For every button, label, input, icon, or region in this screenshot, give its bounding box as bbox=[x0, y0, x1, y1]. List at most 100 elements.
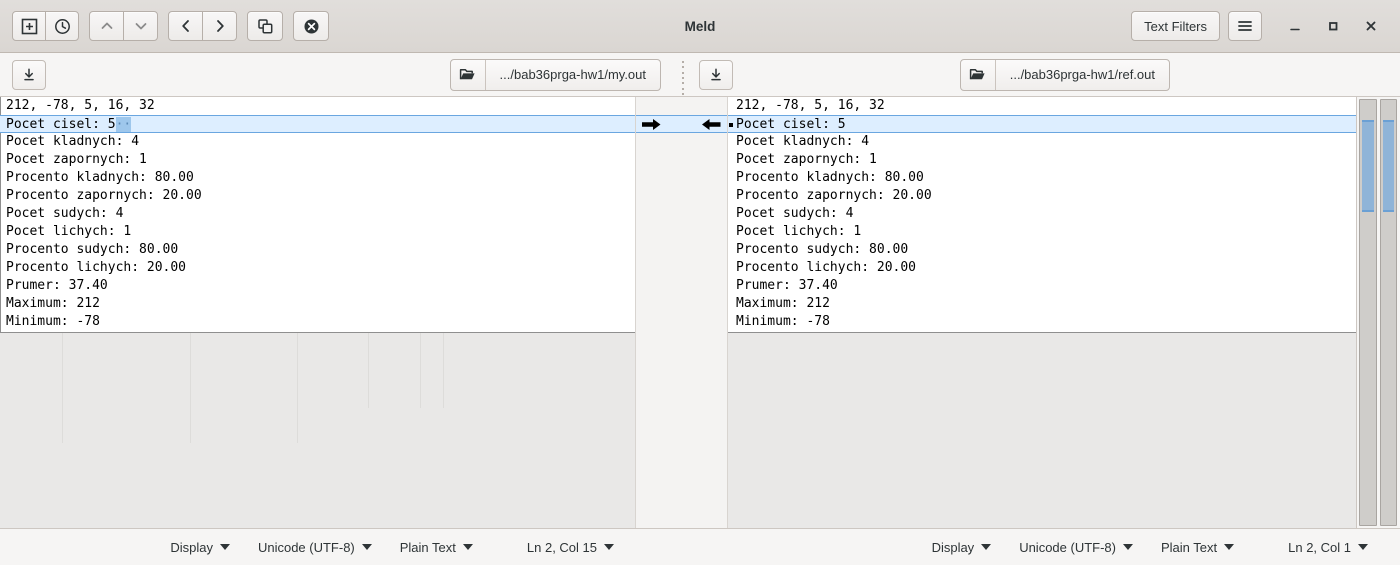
text-line[interactable]: 212, -78, 5, 16, 32 bbox=[0, 97, 635, 115]
go-back-button[interactable] bbox=[168, 11, 203, 41]
scrollbar-rail bbox=[1356, 97, 1400, 528]
text-line[interactable]: Prumer: 37.40 bbox=[728, 277, 1356, 295]
text-line-content: Pocet sudych: 4 bbox=[6, 206, 124, 221]
left-cursor-position[interactable]: Ln 2, Col 15 bbox=[513, 540, 628, 555]
text-line-content: Procento zapornych: 20.00 bbox=[736, 188, 932, 203]
previous-change-button[interactable] bbox=[89, 11, 124, 41]
header-right-controls: Text Filters bbox=[1131, 9, 1388, 43]
right-file-bar: .../bab36prga-hw1/ref.out bbox=[673, 53, 1400, 96]
text-line[interactable]: Minimum: -78 bbox=[728, 313, 1356, 331]
diff-gutter[interactable] bbox=[636, 97, 728, 528]
stop-button[interactable] bbox=[293, 11, 329, 41]
right-save-button[interactable] bbox=[699, 59, 733, 90]
next-change-button[interactable] bbox=[123, 11, 158, 41]
arrow-right-icon[interactable] bbox=[642, 118, 661, 131]
close-button[interactable] bbox=[1354, 9, 1388, 43]
text-line[interactable]: Prumer: 37.40 bbox=[0, 277, 635, 295]
text-line[interactable]: 212, -78, 5, 16, 32 bbox=[728, 97, 1356, 115]
chevron-down-icon bbox=[1224, 544, 1235, 550]
minimize-button[interactable] bbox=[1278, 9, 1312, 43]
text-line[interactable]: Pocet zapornych: 1 bbox=[728, 151, 1356, 169]
left-syntax-menu[interactable]: Plain Text bbox=[386, 540, 487, 555]
diff-map-thumb[interactable] bbox=[1362, 120, 1374, 212]
chevron-down-icon bbox=[135, 23, 146, 30]
pane-divider-handle[interactable] bbox=[681, 60, 685, 95]
text-line-content: Prumer: 37.40 bbox=[736, 278, 838, 293]
eof-separator-line bbox=[297, 333, 298, 443]
go-forward-button[interactable] bbox=[202, 11, 237, 41]
arrow-left-icon[interactable] bbox=[702, 118, 721, 131]
text-line[interactable]: Pocet kladnych: 4 bbox=[0, 133, 635, 151]
text-line[interactable]: Pocet kladnych: 4 bbox=[728, 133, 1356, 151]
vertical-scrollbar[interactable] bbox=[1379, 99, 1397, 526]
maximize-button[interactable] bbox=[1316, 9, 1350, 43]
right-display-menu[interactable]: Display bbox=[918, 540, 1006, 555]
main-menu-button[interactable] bbox=[1228, 11, 1262, 41]
text-line[interactable]: Pocet lichych: 1 bbox=[728, 223, 1356, 241]
text-line-content: Prumer: 37.40 bbox=[6, 278, 108, 293]
right-syntax-menu[interactable]: Plain Text bbox=[1147, 540, 1248, 555]
text-line[interactable]: Procento kladnych: 80.00 bbox=[0, 169, 635, 187]
left-text-pane[interactable]: 212, -78, 5, 16, 32 Pocet cisel: 5·· Pocet… bbox=[0, 97, 636, 528]
text-line[interactable]: Procento kladnych: 80.00 bbox=[728, 169, 1356, 187]
text-filters-button[interactable]: Text Filters bbox=[1131, 11, 1220, 41]
text-line-content: Pocet lichych: 1 bbox=[6, 224, 132, 239]
text-line[interactable]: Procento zapornych: 20.00 bbox=[728, 187, 1356, 205]
text-line[interactable]: Procento lichych: 20.00 bbox=[728, 259, 1356, 277]
copy-button[interactable] bbox=[247, 11, 283, 41]
chevron-left-icon bbox=[181, 20, 189, 32]
text-line-content: Pocet lichych: 1 bbox=[736, 224, 862, 239]
header-left-controls bbox=[12, 11, 329, 41]
hamburger-menu-icon bbox=[1238, 21, 1252, 31]
text-line[interactable]: Minimum: -78 bbox=[0, 313, 635, 331]
right-end-of-file-area bbox=[728, 332, 1356, 528]
text-line-content: 212, -78, 5, 16, 32 bbox=[736, 98, 885, 113]
text-line-content: Pocet kladnych: 4 bbox=[736, 134, 870, 149]
text-line[interactable]: Maximum: 212 bbox=[728, 295, 1356, 313]
push-change-row[interactable] bbox=[636, 115, 727, 133]
left-end-of-file-area bbox=[0, 332, 635, 528]
eof-separator-line bbox=[368, 333, 369, 408]
text-line[interactable]: Pocet cisel: 5·· bbox=[0, 115, 635, 133]
text-line[interactable]: Pocet sudych: 4 bbox=[0, 205, 635, 223]
chevron-down-icon bbox=[981, 544, 992, 550]
text-line[interactable]: Maximum: 212 bbox=[0, 295, 635, 313]
chevron-down-icon bbox=[604, 544, 614, 550]
meld-window: Meld Text Filters .../bab36prga-hw1/my.o… bbox=[0, 0, 1400, 565]
text-line[interactable]: Procento zapornych: 20.00 bbox=[0, 187, 635, 205]
right-cursor-position[interactable]: Ln 2, Col 1 bbox=[1274, 540, 1382, 555]
right-display-label: Display bbox=[931, 539, 975, 555]
text-line[interactable]: Pocet sudych: 4 bbox=[728, 205, 1356, 223]
recent-comparisons-button[interactable] bbox=[45, 11, 79, 41]
text-line[interactable]: Procento sudych: 80.00 bbox=[0, 241, 635, 259]
right-text-pane[interactable]: 212, -78, 5, 16, 32 Pocet cisel: 5 Pocet k… bbox=[728, 97, 1356, 528]
right-encoding-label: Unicode (UTF-8) bbox=[1019, 539, 1116, 555]
text-line-content: Pocet kladnych: 4 bbox=[6, 134, 140, 149]
text-line[interactable]: Pocet cisel: 5 bbox=[728, 115, 1356, 133]
left-display-menu[interactable]: Display bbox=[156, 540, 244, 555]
new-comparison-button[interactable] bbox=[12, 11, 46, 41]
text-line[interactable]: Procento lichych: 20.00 bbox=[0, 259, 635, 277]
text-line[interactable]: Pocet zapornych: 1 bbox=[0, 151, 635, 169]
right-file-chooser[interactable]: .../bab36prga-hw1/ref.out bbox=[959, 58, 1170, 91]
right-encoding-menu[interactable]: Unicode (UTF-8) bbox=[1005, 540, 1147, 555]
text-selection: ·· bbox=[115, 117, 132, 132]
left-file-chooser[interactable]: .../bab36prga-hw1/my.out bbox=[449, 58, 661, 91]
left-display-label: Display bbox=[170, 539, 213, 555]
inline-change-marker bbox=[729, 123, 733, 127]
history-group bbox=[168, 11, 237, 41]
text-line[interactable]: Pocet lichych: 1 bbox=[0, 223, 635, 241]
right-status-group: Display Unicode (UTF-8) Plain Text Ln 2,… bbox=[636, 529, 1400, 565]
left-encoding-label: Unicode (UTF-8) bbox=[257, 539, 355, 555]
text-line-content: Pocet zapornych: 1 bbox=[736, 152, 877, 167]
eof-separator-line bbox=[443, 333, 444, 408]
left-cursor-label: Ln 2, Col 15 bbox=[526, 539, 597, 555]
text-line[interactable]: Procento sudych: 80.00 bbox=[728, 241, 1356, 259]
diff-overview-map[interactable] bbox=[1359, 99, 1377, 526]
left-syntax-label: Plain Text bbox=[399, 539, 456, 555]
scrollbar-thumb[interactable] bbox=[1382, 120, 1394, 212]
left-save-button[interactable] bbox=[12, 59, 46, 90]
recent-clock-icon bbox=[54, 18, 70, 34]
right-file-path: .../bab36prga-hw1/ref.out bbox=[1009, 67, 1155, 82]
left-encoding-menu[interactable]: Unicode (UTF-8) bbox=[244, 540, 386, 555]
